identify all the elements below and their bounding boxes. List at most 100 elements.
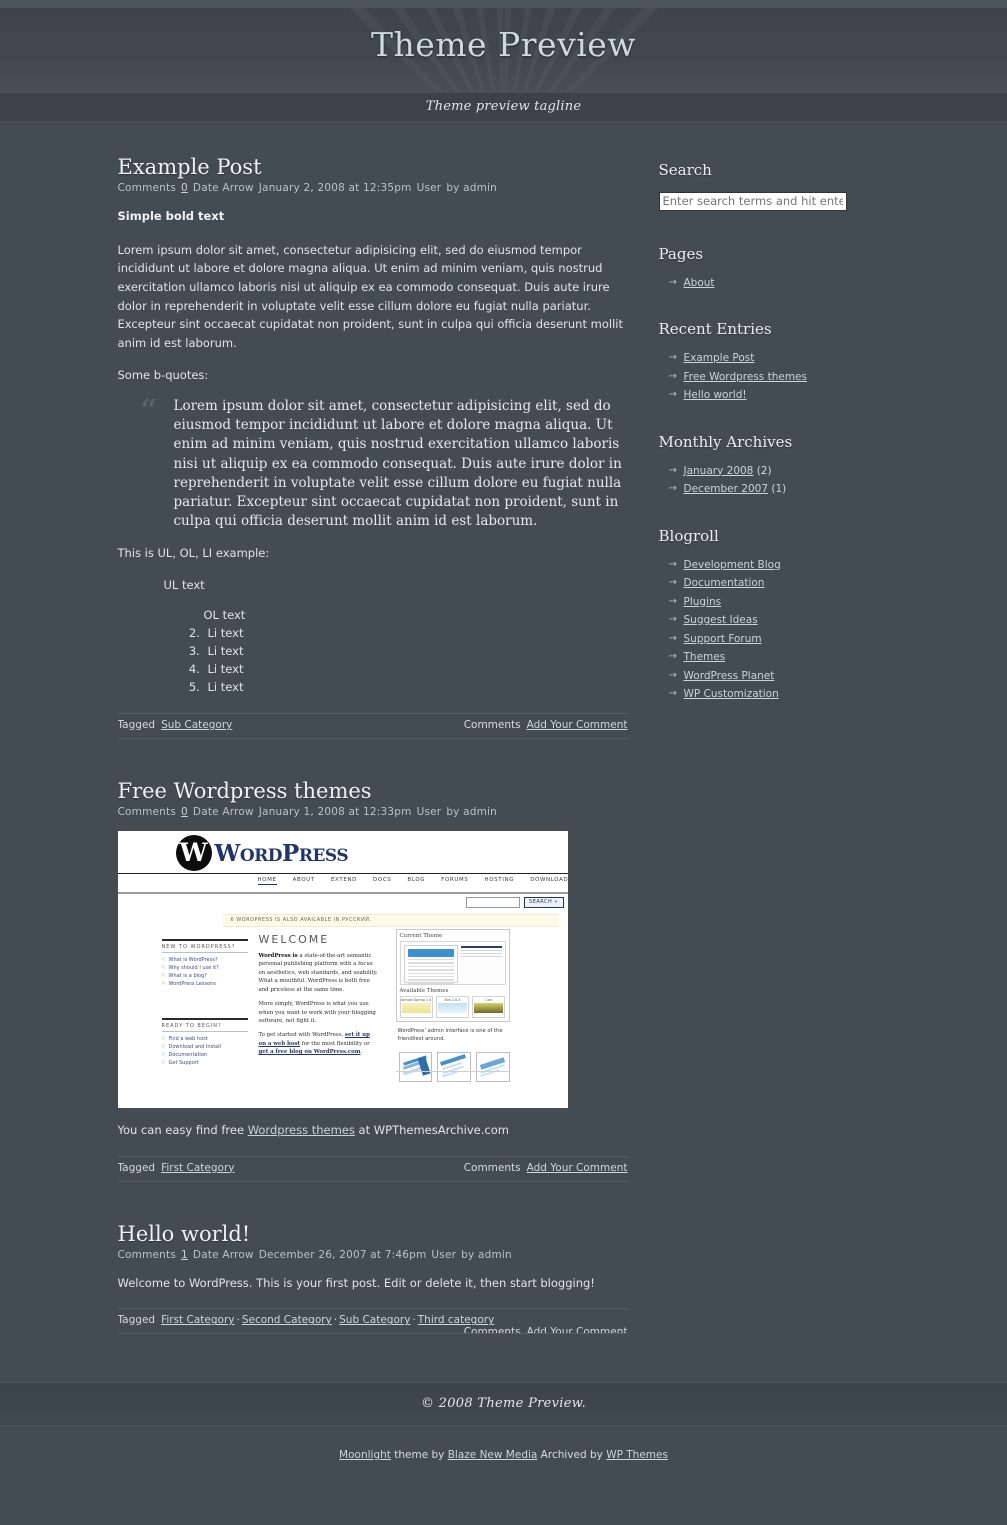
site-title[interactable]: Theme Preview xyxy=(0,8,1007,64)
wp-available-theme-preview xyxy=(437,1003,468,1014)
sidebar-blogroll-block: Blogroll → Development Blog → Documentatio… xyxy=(659,527,899,704)
footer-link-wp-themes[interactable]: WP Themes xyxy=(606,1449,668,1461)
tag-link[interactable]: Sub Category xyxy=(161,719,232,731)
footer-link-blaze-new-media[interactable]: Blaze New Media xyxy=(448,1449,538,1461)
sidebar-link-wordpress-planet[interactable]: WordPress Planet xyxy=(684,670,775,682)
wp-nav-item[interactable]: DOCS xyxy=(373,877,391,883)
post-title[interactable]: Free Wordpress themes xyxy=(118,779,628,803)
footer-link-moonlight[interactable]: Moonlight xyxy=(339,1449,391,1461)
sidebar-link-wp-customization[interactable]: WP Customization xyxy=(684,688,779,700)
wp-p3-a: To get started with WordPress, xyxy=(258,1032,345,1039)
arrow-right-icon: → xyxy=(668,352,677,363)
wp-search-button[interactable]: SEARCH » xyxy=(523,897,564,909)
user-icon-alt: User xyxy=(416,182,442,195)
wp-thumb-line xyxy=(407,976,454,978)
sidebar: Search Pages → About Recent Entries → Exam… xyxy=(658,155,899,732)
tagline-bar: Theme preview tagline xyxy=(0,92,1007,122)
sidebar-link-development-blog[interactable]: Development Blog xyxy=(684,559,781,571)
wp-theme-name-bar xyxy=(460,946,502,949)
arrow-right-icon: → xyxy=(668,577,677,588)
comment-count-link[interactable]: 0 xyxy=(181,182,188,194)
post-date: January 2, 2008 at 12:35pm xyxy=(258,182,412,195)
wp-nav-item[interactable]: HOME xyxy=(257,877,277,886)
sidebar-link-themes[interactable]: Themes xyxy=(684,651,726,663)
sidebar-link-documentation[interactable]: Documentation xyxy=(684,577,765,589)
wp-box-item[interactable]: Find a web host xyxy=(162,1035,248,1043)
wp-search-input[interactable] xyxy=(465,897,520,909)
footer-copyright: © 2008 Theme Preview. xyxy=(420,1396,587,1411)
sidebar-link-free-wordpress-themes[interactable]: Free Wordpress themes xyxy=(684,371,808,383)
wp-box-item[interactable]: Documentation xyxy=(162,1051,248,1059)
wp-link-freeblog[interactable]: get a free blog on WordPress.com xyxy=(259,1049,361,1055)
wp-bottom-thumb[interactable] xyxy=(475,1052,510,1083)
list-item: → Suggest Ideas xyxy=(669,611,899,630)
wp-box-list: What is WordPress? Why should I use it? … xyxy=(162,956,248,988)
wordpress-themes-link[interactable]: Wordpress themes xyxy=(248,1123,355,1137)
sidebar-link-plugins[interactable]: Plugins xyxy=(684,596,722,608)
add-comment-link[interactable]: Add Your Comment xyxy=(527,1326,628,1333)
post-bold-text: Simple bold text xyxy=(117,209,225,224)
post-meta: Comments 0 Date Arrow January 2, 2008 at 12… xyxy=(118,182,628,194)
add-comment-link[interactable]: Add Your Comment xyxy=(527,719,628,731)
wp-main-column: WELCOME WordPress is a state-of-the-art … xyxy=(259,933,379,1062)
list-item: → January 2008 (2) xyxy=(669,462,899,481)
tag-link[interactable]: First Category xyxy=(161,1314,234,1326)
tag-link[interactable]: Second Category xyxy=(242,1314,332,1326)
wp-bottom-thumb[interactable] xyxy=(398,1052,433,1083)
wp-nav-item[interactable]: ABOUT xyxy=(293,877,315,883)
arrow-right-icon: → xyxy=(668,464,677,476)
sidebar-link-example-post[interactable]: Example Post xyxy=(684,352,755,364)
wp-box-item[interactable]: Download and Install xyxy=(162,1043,248,1051)
post-title[interactable]: Example Post xyxy=(118,155,628,179)
sidebar-link-about[interactable]: About xyxy=(684,277,715,289)
post-footer: Tagged First Category Comments Add Your Co… xyxy=(117,1155,628,1182)
post-body: Simple bold text Lorem ipsum dolor sit a… xyxy=(118,207,628,697)
wp-available-theme[interactable]: Con xyxy=(472,996,506,1019)
wp-box-item[interactable]: What is WordPress? xyxy=(162,956,248,964)
post-comments-link: Comments Add Your Comment xyxy=(464,719,628,731)
wp-nav-item[interactable]: FORUMS xyxy=(441,877,468,883)
wp-box-item[interactable]: WordPress Lessons xyxy=(162,980,248,988)
wordpress-wordmark: WORDPRESS xyxy=(215,840,349,867)
sidebar-title-archives: Monthly Archives xyxy=(658,432,793,451)
wp-nav-item[interactable]: HOSTING xyxy=(484,877,514,883)
wp-box-item[interactable]: Why should I use it? xyxy=(162,964,248,972)
sidebar-link-support-forum[interactable]: Support Forum xyxy=(684,633,762,645)
wp-available-themes-row: Almost Spring 1.0 Blix 2.0.3 Con xyxy=(399,996,506,1019)
comment-count-link[interactable]: 0 xyxy=(181,806,188,818)
sidebar-link-hello-world[interactable]: Hello world! xyxy=(684,389,747,401)
add-comment-link[interactable]: Add Your Comment xyxy=(527,1162,628,1174)
tag-link[interactable]: Sub Category xyxy=(339,1314,410,1326)
wp-box-item[interactable]: Get Support xyxy=(162,1059,248,1067)
wp-available-theme[interactable]: Almost Spring 1.0 xyxy=(399,996,433,1019)
wm-a: W xyxy=(214,840,241,868)
post-comments-link: Comments Add Your Comment xyxy=(464,1162,628,1174)
wp-box-item[interactable]: What is a blog? xyxy=(162,972,248,980)
sidebar-link-january-2008[interactable]: January 2008 xyxy=(684,465,754,477)
wp-nav-item[interactable]: BLOG xyxy=(407,877,425,883)
tag-link[interactable]: Third category xyxy=(418,1314,495,1326)
comments-icon-alt: Comments xyxy=(117,1248,177,1261)
comment-count-link[interactable]: 1 xyxy=(181,1249,188,1261)
sidebar-archives-block: Monthly Archives → January 2008 (2) → Dece… xyxy=(659,433,899,499)
post-tags: Tagged First Category · Second Category · Sub… xyxy=(118,1314,495,1326)
sidebar-link-december-2007[interactable]: December 2007 xyxy=(684,483,769,495)
post-body: You can easy find free Wordpress themes … xyxy=(118,1121,628,1140)
sidebar-link-suggest-ideas[interactable]: Suggest Ideas xyxy=(684,614,758,626)
tag-link[interactable]: First Category xyxy=(161,1162,234,1174)
quote-intro: Some b-quotes: xyxy=(117,367,209,382)
wp-box-title: NEW TO WORDPRESS? xyxy=(161,939,248,954)
wp-nav-item[interactable]: DOWNLOAD xyxy=(530,877,567,883)
search-input[interactable] xyxy=(658,191,847,211)
list-item: → Free Wordpress themes xyxy=(669,368,899,387)
post-image-wordpress-screenshot[interactable]: W WORDPRESS HOME ABOUT EXTEND DOCS BLOG FORUM… xyxy=(117,831,568,1109)
post-title[interactable]: Hello world! xyxy=(118,1222,628,1246)
list-item: → WordPress Planet xyxy=(669,667,899,686)
list-item: Li text xyxy=(204,643,628,661)
wp-nav-item[interactable]: EXTEND xyxy=(331,877,357,883)
wp-bottom-thumb[interactable] xyxy=(437,1052,471,1083)
wp-right-column: Current Theme Available Themes Almost Sp… xyxy=(395,929,510,1083)
wp-thumb-line xyxy=(407,959,454,961)
wp-available-theme[interactable]: Blix 2.0.3 xyxy=(435,996,470,1019)
arrow-right-icon: → xyxy=(668,276,677,288)
